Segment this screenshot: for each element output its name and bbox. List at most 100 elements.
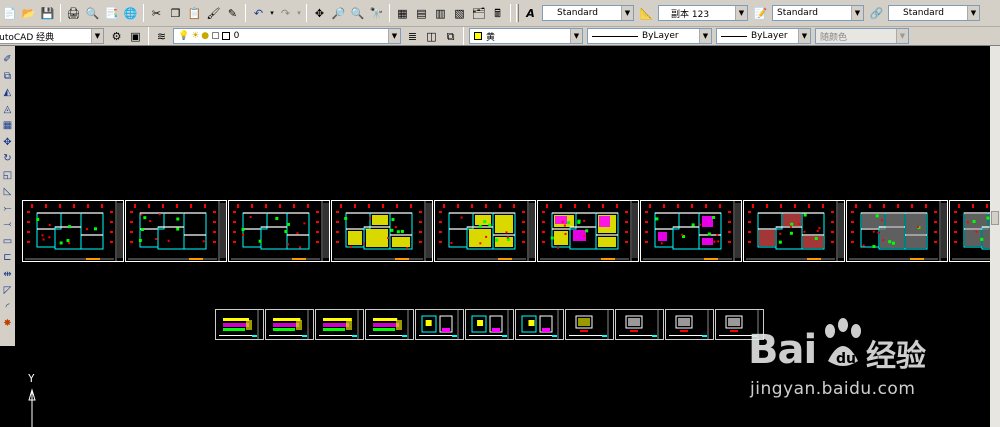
break-at-point-icon[interactable]: ▭ <box>1 234 14 249</box>
layer-on-icon[interactable]: 💡 <box>178 31 189 41</box>
dim-style-icon[interactable]: 📐 <box>638 5 655 22</box>
mirror-icon[interactable]: ◭ <box>1 85 14 100</box>
offset-icon[interactable]: ◬ <box>1 102 14 117</box>
layer-select[interactable]: 💡 ☀ ● ▢ 0 ▼ <box>173 28 401 44</box>
chevron-down-icon[interactable]: ▼ <box>388 29 400 43</box>
undo-dropdown-icon[interactable]: ▾ <box>269 5 275 22</box>
floor-plan-drawing[interactable] <box>434 200 536 262</box>
multileader-style-select[interactable]: Standard ▼ <box>888 5 980 21</box>
elevation-sheet-drawing[interactable] <box>215 309 264 340</box>
elevation-sheet-drawing[interactable] <box>365 309 414 340</box>
chevron-down-icon[interactable]: ▼ <box>798 29 810 43</box>
3d-dwf-icon[interactable]: 🌐 <box>122 5 139 22</box>
layer-unlock-icon[interactable]: ● <box>201 31 209 41</box>
pan-icon[interactable]: ✥ <box>311 5 328 22</box>
copy-object-icon[interactable]: ⧉ <box>1 69 14 84</box>
join-icon[interactable]: ⇹ <box>1 267 14 282</box>
floor-plan-drawing[interactable] <box>331 200 433 262</box>
layer-value: 0 <box>233 31 240 41</box>
elevation-sheet-drawing[interactable] <box>515 309 564 340</box>
floor-plan-drawing[interactable] <box>743 200 845 262</box>
chevron-down-icon[interactable]: ▼ <box>91 29 103 43</box>
tool-palettes-icon[interactable]: ▥ <box>432 5 449 22</box>
chevron-down-icon[interactable]: ▼ <box>967 6 979 20</box>
extend-icon[interactable]: ⤙ <box>1 217 14 232</box>
break-icon[interactable]: ⊏ <box>1 250 14 265</box>
cut-icon[interactable]: ✂ <box>148 5 165 22</box>
vertical-scrollbar[interactable] <box>990 46 1000 427</box>
undo-icon[interactable]: ↶ <box>250 5 267 22</box>
stretch-icon[interactable]: ◺ <box>1 184 14 199</box>
publish-icon[interactable]: 📑 <box>103 5 120 22</box>
elevation-sheet-drawing[interactable] <box>665 309 714 340</box>
qnew-icon[interactable]: 📄 <box>1 5 18 22</box>
layer-states-icon[interactable]: ⧉ <box>442 28 459 45</box>
floor-plan-drawing[interactable] <box>640 200 742 262</box>
erase-icon[interactable]: ✐ <box>1 52 14 67</box>
plot-preview-icon[interactable]: 🔍 <box>84 5 101 22</box>
lineweight-select[interactable]: ByLayer ▼ <box>716 28 811 44</box>
explode-icon[interactable]: ✸ <box>1 316 14 331</box>
open-icon[interactable]: 📂 <box>20 5 37 22</box>
elevation-sheet-drawing[interactable] <box>465 309 514 340</box>
sheet-set-icon[interactable]: ▧ <box>451 5 468 22</box>
elevation-sheet-drawing[interactable] <box>265 309 314 340</box>
zoom-previous-icon[interactable]: 🔭 <box>368 5 385 22</box>
save-icon[interactable]: 💾 <box>39 5 56 22</box>
make-object-layer-current-icon[interactable]: ≣ <box>404 28 421 45</box>
zoom-realtime-icon[interactable]: 🔎 <box>330 5 347 22</box>
floor-plan-drawing[interactable] <box>228 200 330 262</box>
fillet-icon[interactable]: ◜ <box>1 300 14 315</box>
text-style-icon[interactable]: A <box>522 5 539 22</box>
move-icon[interactable]: ✥ <box>1 135 14 150</box>
chevron-down-icon[interactable]: ▼ <box>621 6 633 20</box>
floor-plan-drawing[interactable] <box>537 200 639 262</box>
properties-icon[interactable]: ▦ <box>394 5 411 22</box>
workspace-select[interactable]: AutoCAD 经典 ▼ <box>0 28 104 44</box>
save-workspace-icon[interactable]: ▣ <box>127 28 144 45</box>
floor-plan-drawing[interactable] <box>22 200 124 262</box>
multileader-style-icon[interactable]: 🔗 <box>868 5 885 22</box>
workspace-settings-icon[interactable]: ⚙ <box>108 28 125 45</box>
layer-plot-icon[interactable]: ▢ <box>211 31 220 41</box>
calculator-icon[interactable]: 🖩 <box>489 5 506 22</box>
chevron-down-icon[interactable]: ▼ <box>570 29 582 43</box>
markup-icon[interactable]: 🗂 <box>470 5 487 22</box>
chevron-down-icon[interactable]: ▼ <box>735 6 747 20</box>
table-style-select[interactable]: Standard ▼ <box>772 5 864 21</box>
linetype-select[interactable]: ByLayer ▼ <box>587 28 712 44</box>
floor-plan-drawing[interactable] <box>125 200 227 262</box>
block-editor-icon[interactable]: ✎ <box>224 5 241 22</box>
scrollbar-thumb[interactable] <box>991 211 999 225</box>
redo-dropdown-icon[interactable]: ▾ <box>296 5 302 22</box>
chamfer-icon[interactable]: ◸ <box>1 283 14 298</box>
rotate-icon[interactable]: ↻ <box>1 151 14 166</box>
redo-icon[interactable]: ↷ <box>277 5 294 22</box>
text-style-select[interactable]: Standard ▼ <box>542 5 634 21</box>
dim-style-select[interactable]: 副本 123 ▼ <box>658 5 748 21</box>
design-center-icon[interactable]: ▤ <box>413 5 430 22</box>
toolbar-grip[interactable] <box>516 4 519 22</box>
layer-previous-icon[interactable]: ◫ <box>423 28 440 45</box>
color-select[interactable]: 黄 ▼ <box>469 28 583 44</box>
floor-plan-drawing[interactable] <box>846 200 948 262</box>
elevation-sheet-drawing[interactable] <box>565 309 614 340</box>
layer-thaw-icon[interactable]: ☀ <box>191 31 199 41</box>
chevron-down-icon[interactable]: ▼ <box>851 6 863 20</box>
scale-icon[interactable]: ◱ <box>1 168 14 183</box>
elevation-sheet-drawing[interactable] <box>715 309 764 340</box>
match-properties-icon[interactable]: 🖌 <box>205 5 222 22</box>
chevron-down-icon[interactable]: ▼ <box>699 29 711 43</box>
elevation-sheet-drawing[interactable] <box>315 309 364 340</box>
copy-icon[interactable]: ❐ <box>167 5 184 22</box>
trim-icon[interactable]: ⤚ <box>1 201 14 216</box>
plot-icon[interactable]: 🖨 <box>65 5 82 22</box>
array-icon[interactable]: ▦ <box>1 118 14 133</box>
model-space-canvas[interactable] <box>15 46 1000 427</box>
elevation-sheet-drawing[interactable] <box>615 309 664 340</box>
zoom-window-icon[interactable]: 🔍 <box>349 5 366 22</box>
layer-properties-icon[interactable]: ≋ <box>153 28 170 45</box>
elevation-sheet-drawing[interactable] <box>415 309 464 340</box>
paste-icon[interactable]: 📋 <box>186 5 203 22</box>
table-style-icon[interactable]: 📝 <box>752 5 769 22</box>
